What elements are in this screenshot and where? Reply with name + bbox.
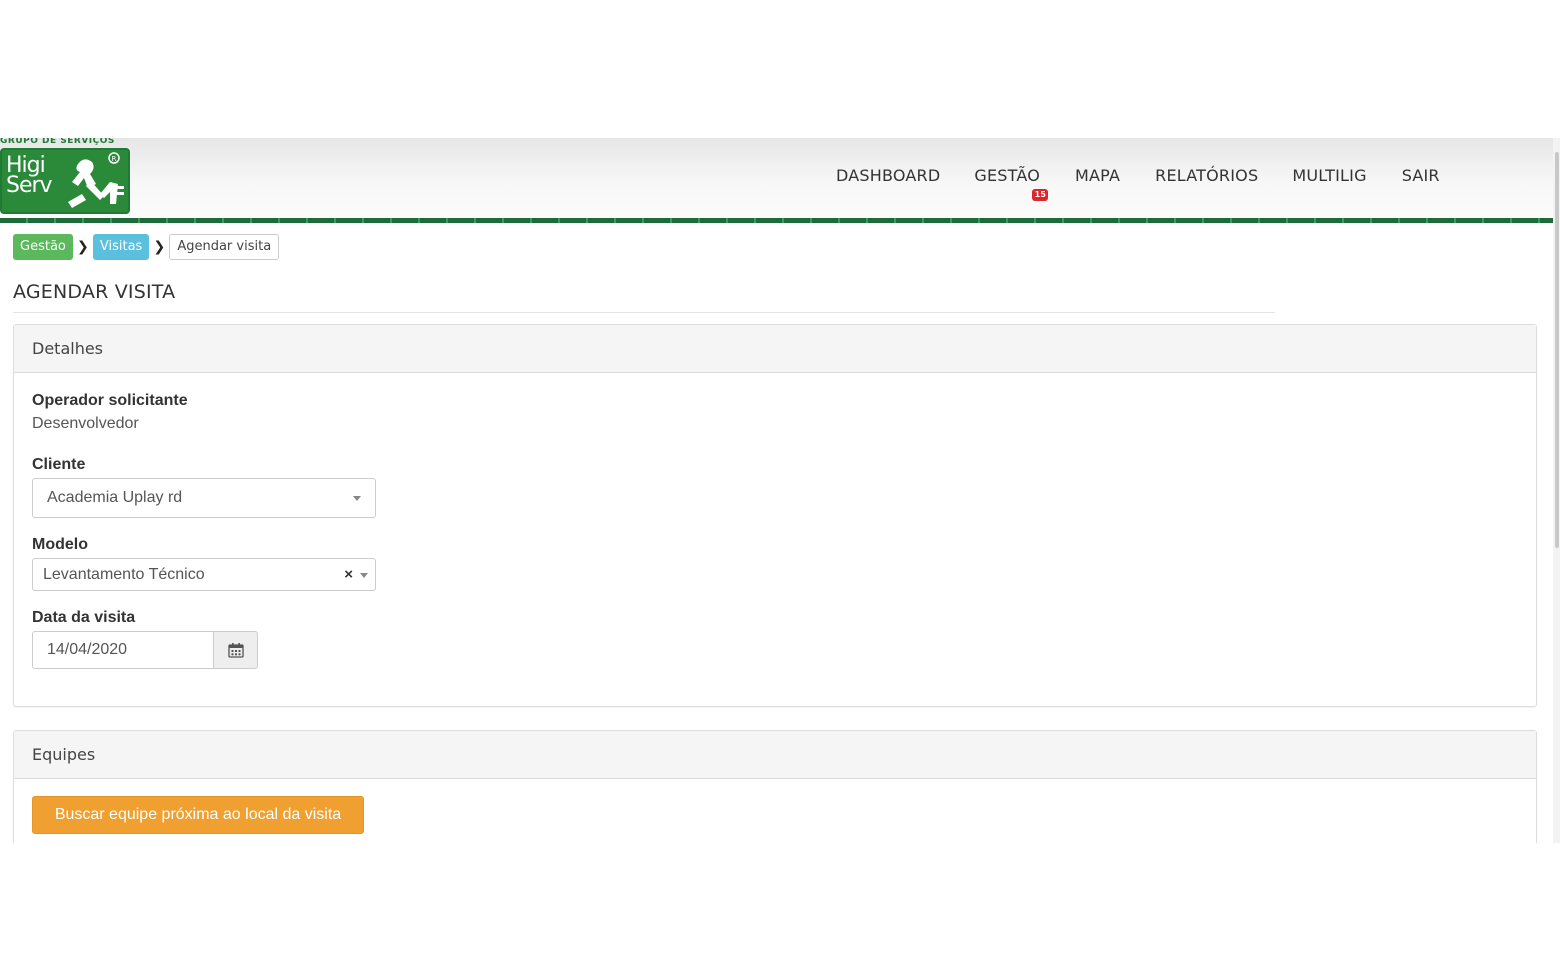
- data-visita-label: Data da visita: [32, 609, 136, 626]
- scrollbar-thumb[interactable]: [1555, 152, 1559, 548]
- breadcrumb-visitas[interactable]: Visitas: [92, 234, 150, 260]
- modelo-selected-value: Levantamento Técnico: [43, 566, 205, 583]
- modelo-select[interactable]: Levantamento Técnico ×: [32, 558, 376, 591]
- title-divider: [13, 312, 1275, 313]
- svg-text:R: R: [112, 155, 117, 163]
- cliente-select[interactable]: Academia Uplay rd: [32, 478, 376, 518]
- notification-badge: 15: [1032, 189, 1049, 201]
- breadcrumb-current: Agendar visita: [169, 234, 280, 260]
- app-window: GRUPO DE SERVIÇOS Higi Serv R DASHBOARD …: [0, 138, 1555, 843]
- calendar-icon: [227, 643, 244, 658]
- cliente-selected-value: Academia Uplay rd: [47, 489, 183, 506]
- modelo-label: Modelo: [32, 536, 88, 553]
- logo-tagline: GRUPO DE SERVIÇOS: [0, 138, 115, 146]
- nav-mapa[interactable]: MAPA: [1075, 166, 1120, 185]
- logo-badge: Higi Serv R: [0, 148, 130, 214]
- nav-multilig[interactable]: MULTILIG: [1292, 166, 1366, 185]
- chevron-right-icon: ❯: [153, 239, 166, 255]
- nav-dashboard[interactable]: DASHBOARD: [836, 166, 940, 185]
- chevron-right-icon: ❯: [77, 239, 89, 255]
- vertical-scrollbar[interactable]: [1553, 138, 1560, 843]
- main-nav: DASHBOARD GESTÃO 15 MAPA RELATÓRIOS MULT…: [830, 166, 1440, 201]
- data-visita-input[interactable]: 14/04/2020: [32, 631, 214, 669]
- nav-relatorios[interactable]: RELATÓRIOS: [1155, 166, 1258, 185]
- page-title: AGENDAR VISITA: [13, 281, 176, 303]
- nav-sair[interactable]: SAIR: [1402, 166, 1440, 185]
- nav-gestao-label: GESTÃO: [974, 166, 1041, 185]
- equipes-panel: Equipes Buscar equipe próxima ao local d…: [13, 730, 1537, 843]
- search-team-button[interactable]: Buscar equipe próxima ao local da visita: [32, 796, 364, 834]
- operador-value: Desenvolvedor: [32, 415, 139, 432]
- chevron-down-icon: [360, 572, 368, 578]
- cliente-label: Cliente: [32, 456, 86, 473]
- header-divider: [0, 218, 1555, 223]
- calendar-button[interactable]: [213, 631, 258, 669]
- operador-label: Operador solicitante: [32, 392, 188, 409]
- higiserv-logo[interactable]: GRUPO DE SERVIÇOS Higi Serv R: [0, 138, 130, 216]
- breadcrumb: Gestão ❯ Visitas ❯ Agendar visita: [13, 234, 280, 260]
- nav-gestao[interactable]: GESTÃO 15: [974, 166, 1049, 201]
- details-panel-heading: Detalhes: [14, 325, 1536, 373]
- clear-icon[interactable]: ×: [344, 559, 353, 590]
- top-header: GRUPO DE SERVIÇOS Higi Serv R DASHBOARD …: [0, 138, 1555, 218]
- logo-wordmark: Higi Serv: [6, 155, 60, 198]
- details-panel: Detalhes Operador solicitante Desenvolve…: [13, 324, 1537, 707]
- breadcrumb-gestao[interactable]: Gestão: [13, 234, 73, 260]
- chevron-down-icon: [353, 496, 361, 501]
- logo-figure-icon: R: [68, 152, 124, 208]
- logo-word-line2: Serv: [6, 173, 53, 198]
- equipes-panel-heading: Equipes: [14, 731, 1536, 779]
